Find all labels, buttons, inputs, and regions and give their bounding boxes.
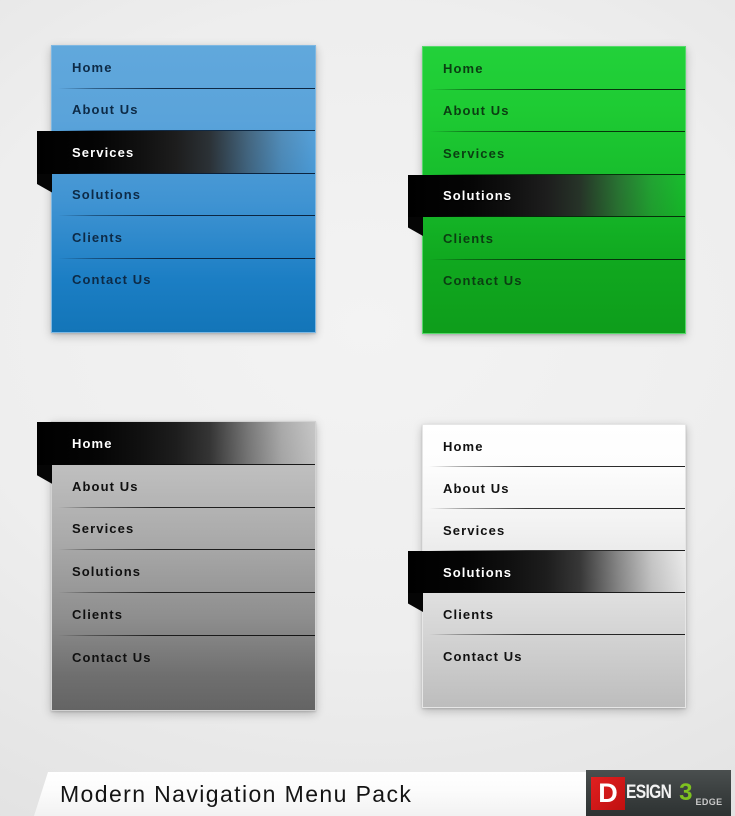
- gray-navigation-menu: Home About Us Services Solutions Clients…: [37, 421, 316, 711]
- blue-navigation-menu: Home About Us Services Solutions Clients…: [37, 45, 316, 333]
- menu-item-clients[interactable]: Clients: [52, 216, 315, 259]
- logo-mark-d: D: [591, 776, 625, 810]
- menu-item-clients[interactable]: Clients: [52, 593, 315, 636]
- menu-item-about-us[interactable]: About Us: [423, 467, 685, 509]
- footer-title-bar: Modern Navigation Menu Pack: [34, 772, 626, 816]
- active-ribbon-tail-icon: [408, 217, 423, 236]
- menu-item-solutions[interactable]: Solutions: [408, 551, 685, 612]
- menu-item-list: Home About Us Services Solutions Clients…: [37, 422, 315, 710]
- white-navigation-menu: Home About Us Services Solutions Clients…: [408, 424, 686, 708]
- page-title: Modern Navigation Menu Pack: [60, 780, 413, 807]
- menu-item-label: Solutions: [72, 564, 142, 580]
- menu-item-label: Contact Us: [443, 273, 523, 289]
- menu-item-label: About Us: [443, 480, 510, 496]
- menu-item-contact-us[interactable]: Contact Us: [423, 635, 685, 677]
- menu-item-label: Contact Us: [443, 648, 523, 664]
- menu-item-label: Home: [443, 438, 484, 454]
- menu-item-contact-us[interactable]: Contact Us: [52, 259, 315, 302]
- active-ribbon-tail-icon: [408, 593, 423, 612]
- menu-item-services[interactable]: Services: [37, 131, 315, 193]
- menu-item-label: Solutions: [72, 187, 142, 203]
- menu-item-solutions[interactable]: Solutions: [52, 550, 315, 593]
- menu-item-list: Home About Us Services Solutions Clients…: [37, 46, 315, 332]
- menu-item-solutions[interactable]: Solutions: [408, 174, 685, 236]
- menu-item-label: About Us: [72, 102, 139, 118]
- menu-item-clients[interactable]: Clients: [423, 593, 685, 635]
- menu-item-label: Home: [443, 60, 484, 76]
- menu-item-label: About Us: [72, 478, 139, 494]
- menu-item-services[interactable]: Services: [423, 132, 685, 175]
- menu-item-list: Home About Us Services Solutions Clients…: [408, 425, 685, 707]
- menu-item-solutions[interactable]: Solutions: [52, 174, 315, 217]
- menu-item-label: Home: [72, 435, 113, 451]
- logo-number: 3: [679, 779, 693, 806]
- menu-item-label: Clients: [72, 607, 124, 623]
- menu-item-about-us[interactable]: About Us: [423, 90, 685, 133]
- green-navigation-menu: Home About Us Services Solutions Clients…: [408, 46, 686, 334]
- design3edge-logo: D ESIGN 3 EDGE: [586, 770, 731, 816]
- menu-item-services[interactable]: Services: [52, 508, 315, 551]
- menu-item-about-us[interactable]: About Us: [52, 89, 315, 132]
- menu-item-label: Clients: [72, 229, 124, 245]
- menu-item-label: Clients: [443, 606, 495, 622]
- menu-item-list: Home About Us Services Solutions Clients…: [408, 47, 685, 333]
- menu-item-label: Services: [443, 145, 506, 161]
- menu-item-label: Contact Us: [72, 272, 152, 288]
- menu-item-label: Clients: [443, 230, 495, 246]
- menu-item-home[interactable]: Home: [52, 46, 315, 89]
- menu-item-home[interactable]: Home: [37, 422, 315, 484]
- menu-item-label: Services: [443, 522, 506, 538]
- menu-item-contact-us[interactable]: Contact Us: [423, 260, 685, 303]
- menu-item-contact-us[interactable]: Contact Us: [52, 636, 315, 679]
- menu-item-about-us[interactable]: About Us: [52, 465, 315, 508]
- active-ribbon-tail-icon: [37, 173, 52, 193]
- menu-item-label: Services: [72, 144, 135, 160]
- menu-item-label: About Us: [443, 103, 510, 119]
- active-ribbon-tail-icon: [37, 464, 52, 484]
- menu-item-label: Home: [72, 59, 113, 75]
- menu-item-label: Services: [72, 521, 135, 537]
- logo-word: ESIGN: [626, 782, 672, 803]
- menu-item-home[interactable]: Home: [423, 425, 685, 467]
- menu-item-clients[interactable]: Clients: [423, 217, 685, 260]
- logo-suffix: EDGE: [695, 797, 723, 807]
- menu-item-services[interactable]: Services: [423, 509, 685, 551]
- menu-item-label: Solutions: [443, 564, 513, 580]
- menu-item-label: Solutions: [443, 188, 513, 204]
- menu-item-home[interactable]: Home: [423, 47, 685, 90]
- menu-item-label: Contact Us: [72, 649, 152, 665]
